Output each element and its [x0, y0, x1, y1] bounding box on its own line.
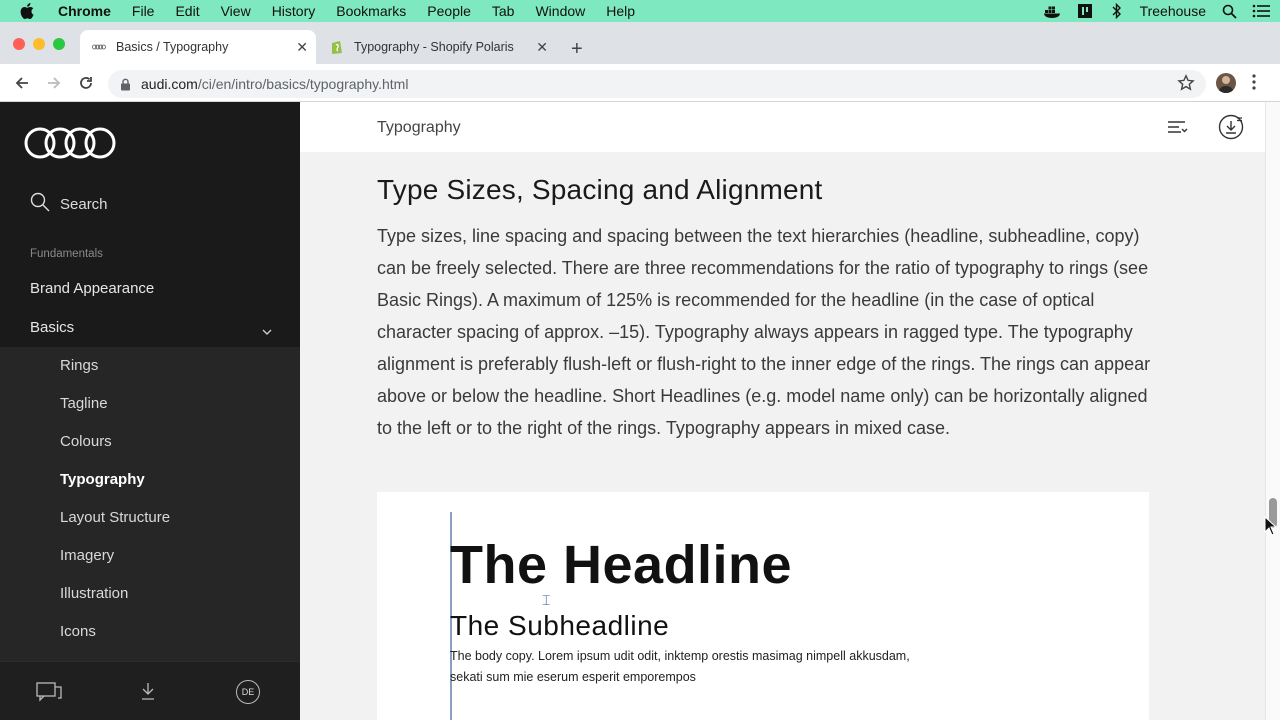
docker-icon[interactable]	[1043, 3, 1062, 19]
browser-toolbar: audi.com/ci/en/intro/basics/typography.h…	[0, 64, 1280, 102]
tab-close-icon[interactable]: ✕	[536, 39, 548, 56]
spotlight-search-icon[interactable]	[1220, 3, 1238, 19]
sidebar-item-colours[interactable]: Colours	[60, 433, 112, 450]
apple-icon[interactable]	[20, 3, 38, 19]
section-paragraph: Type sizes, line spacing and spacing bet…	[377, 226, 1151, 438]
menu-history[interactable]: History	[272, 3, 316, 19]
section-heading: Type Sizes, Spacing and Alignment	[377, 174, 823, 205]
new-tab-button[interactable]: +	[571, 38, 583, 61]
page-scrollbar[interactable]	[1265, 102, 1280, 720]
typography-sample-card: The Headline ⌶ The Subheadline The body …	[377, 492, 1149, 720]
window-zoom-button[interactable]	[53, 38, 65, 50]
menu-window[interactable]: Window	[535, 3, 585, 19]
section-label-fundamentals: Fundamentals	[30, 248, 103, 260]
sidebar-item-illustration[interactable]: Illustration	[60, 585, 128, 602]
chevron-down-icon[interactable]	[262, 322, 272, 340]
mouse-pointer-icon	[1264, 515, 1278, 541]
sample-subheadline: The Subheadline	[450, 610, 670, 641]
sidebar-item-icons[interactable]: Icons	[60, 623, 96, 640]
menu-view[interactable]: View	[221, 3, 251, 19]
audi-logo[interactable]	[24, 126, 116, 165]
shopify-icon	[330, 39, 344, 55]
url-path: /ci/en/intro/basics/typography.html	[197, 76, 409, 92]
search-icon	[30, 192, 50, 216]
tab-title: Basics / Typography	[116, 40, 229, 54]
sidebar-item-layout-structure[interactable]: Layout Structure	[60, 509, 170, 526]
sample-headline: The Headline	[450, 535, 793, 595]
sidebar-item-brand-appearance[interactable]: Brand Appearance	[30, 280, 154, 297]
download-page-icon[interactable]	[1218, 114, 1244, 145]
sidebar-item-basics[interactable]: Basics	[30, 319, 74, 336]
tab-title: Typography - Shopify Polaris	[354, 40, 514, 54]
lock-icon[interactable]	[120, 78, 131, 91]
main-content: Typography Type Sizes, Spacing and Align…	[300, 102, 1265, 720]
page-breadcrumb[interactable]: Typography	[377, 119, 461, 137]
control-center-icon[interactable]	[1252, 3, 1270, 19]
url-host: audi.com	[141, 76, 198, 92]
sample-body-copy: The body copy. Lorem ipsum udit odit, in…	[450, 649, 910, 684]
table-of-contents-icon[interactable]	[1167, 120, 1189, 139]
chat-icon[interactable]	[36, 682, 62, 707]
sidebar-subnav-basics: Rings Tagline Colours Typography Layout …	[0, 347, 300, 661]
window-minimize-button[interactable]	[33, 38, 45, 50]
menu-edit[interactable]: Edit	[175, 3, 199, 19]
menu-help[interactable]: Help	[606, 3, 635, 19]
menu-people[interactable]: People	[427, 3, 471, 19]
back-arrow-icon[interactable]	[12, 73, 32, 93]
download-icon[interactable]	[141, 682, 155, 705]
menu-tab[interactable]: Tab	[492, 3, 515, 19]
profile-avatar[interactable]	[1216, 73, 1236, 93]
tab-basics-typography[interactable]: Basics / Typography ✕	[80, 30, 316, 64]
address-bar[interactable]: audi.com/ci/en/intro/basics/typography.h…	[108, 70, 1206, 98]
sidebar-item-imagery[interactable]: Imagery	[60, 547, 114, 564]
tab-close-icon[interactable]: ✕	[296, 39, 308, 56]
menu-app-name[interactable]: Chrome	[58, 3, 111, 19]
content-header: Typography	[300, 102, 1265, 152]
tab-shopify-polaris[interactable]: Typography - Shopify Polaris ✕	[320, 30, 556, 64]
audi-rings-icon	[92, 44, 106, 50]
text-cursor-icon: ⌶	[542, 592, 551, 608]
sidebar-item-typography[interactable]: Typography	[60, 471, 145, 488]
bookmark-star-icon[interactable]	[1177, 74, 1195, 97]
menu-file[interactable]: File	[132, 3, 155, 19]
sidebar-search[interactable]: Search	[30, 192, 108, 216]
window-close-button[interactable]	[13, 38, 25, 50]
search-label: Search	[60, 195, 108, 213]
reload-icon[interactable]	[76, 73, 96, 93]
sidebar-footer: DE	[0, 661, 300, 720]
sidebar-item-rings[interactable]: Rings	[60, 357, 98, 374]
macos-menubar: Chrome File Edit View History Bookmarks …	[0, 0, 1280, 22]
sidebar: Search Fundamentals Brand Appearance Bas…	[0, 102, 300, 720]
menu-bookmarks[interactable]: Bookmarks	[336, 3, 406, 19]
menu-user[interactable]: Treehouse	[1140, 3, 1206, 19]
language-switch-button[interactable]: DE	[236, 680, 260, 704]
app-icon[interactable]	[1076, 3, 1094, 19]
browser-menu-icon[interactable]	[1252, 74, 1256, 95]
sidebar-item-tagline[interactable]: Tagline	[60, 395, 108, 412]
forward-arrow-icon[interactable]	[44, 73, 64, 93]
bluetooth-icon[interactable]	[1108, 3, 1126, 19]
